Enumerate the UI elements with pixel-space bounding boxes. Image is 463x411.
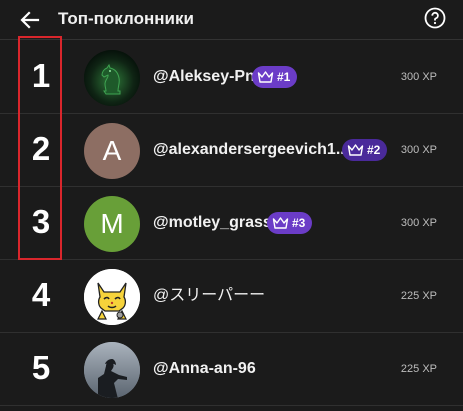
fan-username[interactable]: @motley_grass xyxy=(153,213,272,233)
avatar[interactable] xyxy=(84,342,140,398)
page-title: Топ-поклонники xyxy=(58,9,194,28)
crown-icon xyxy=(257,71,274,83)
fan-row[interactable]: 2 A @alexandersergeevich1... #2 300 XP xyxy=(0,115,463,187)
top-fan-badge: #1 xyxy=(252,66,298,88)
badge-label: #3 xyxy=(292,216,306,230)
fan-username[interactable]: @Aleksey-Pn xyxy=(153,67,255,87)
top-fan-badge: #2 xyxy=(342,139,388,161)
xp-value: 225 XP xyxy=(400,290,437,302)
avatar-letter: M xyxy=(100,208,124,239)
xp-value: 225 XP xyxy=(400,363,437,375)
header: Топ-поклонники xyxy=(0,0,463,40)
avatar[interactable]: A xyxy=(84,123,140,179)
rank-number: 5 xyxy=(31,349,51,386)
top-three-highlight-box xyxy=(18,36,62,260)
xp-value: 300 XP xyxy=(400,144,437,156)
crown-icon xyxy=(272,217,289,229)
xp-value: 300 XP xyxy=(400,217,437,229)
chess-knight-image xyxy=(84,50,140,106)
cartoon-cat-image xyxy=(84,269,140,325)
badge-label: #1 xyxy=(277,70,291,84)
fan-username[interactable]: @alexandersergeevich1... xyxy=(153,140,349,160)
arrow-left-icon[interactable] xyxy=(18,8,42,32)
fan-username[interactable]: @Anna-an-96 xyxy=(153,359,256,379)
fan-username[interactable]: @スリーパーー xyxy=(153,286,265,306)
fan-row[interactable]: 5 @Anna-an-96 225 XP xyxy=(0,334,463,406)
avatar-letter: A xyxy=(102,135,122,166)
fan-row[interactable]: 1 @Aleksey-Pn #1 300 XP xyxy=(0,42,463,114)
rank-number: 4 xyxy=(31,276,51,313)
avatar[interactable] xyxy=(84,50,140,106)
fan-row[interactable]: 3 M @motley_grass #3 300 XP xyxy=(0,188,463,260)
question-circle-icon[interactable] xyxy=(424,7,446,29)
top-fan-badge: #3 xyxy=(267,212,313,234)
fan-row[interactable]: 4 @スリーパーー 225 XP xyxy=(0,261,463,333)
silhouette-photo xyxy=(84,342,140,398)
crown-icon xyxy=(347,144,364,156)
badge-label: #2 xyxy=(367,143,381,157)
xp-value: 300 XP xyxy=(400,71,437,83)
avatar[interactable]: M xyxy=(84,196,140,252)
avatar[interactable] xyxy=(84,269,140,325)
